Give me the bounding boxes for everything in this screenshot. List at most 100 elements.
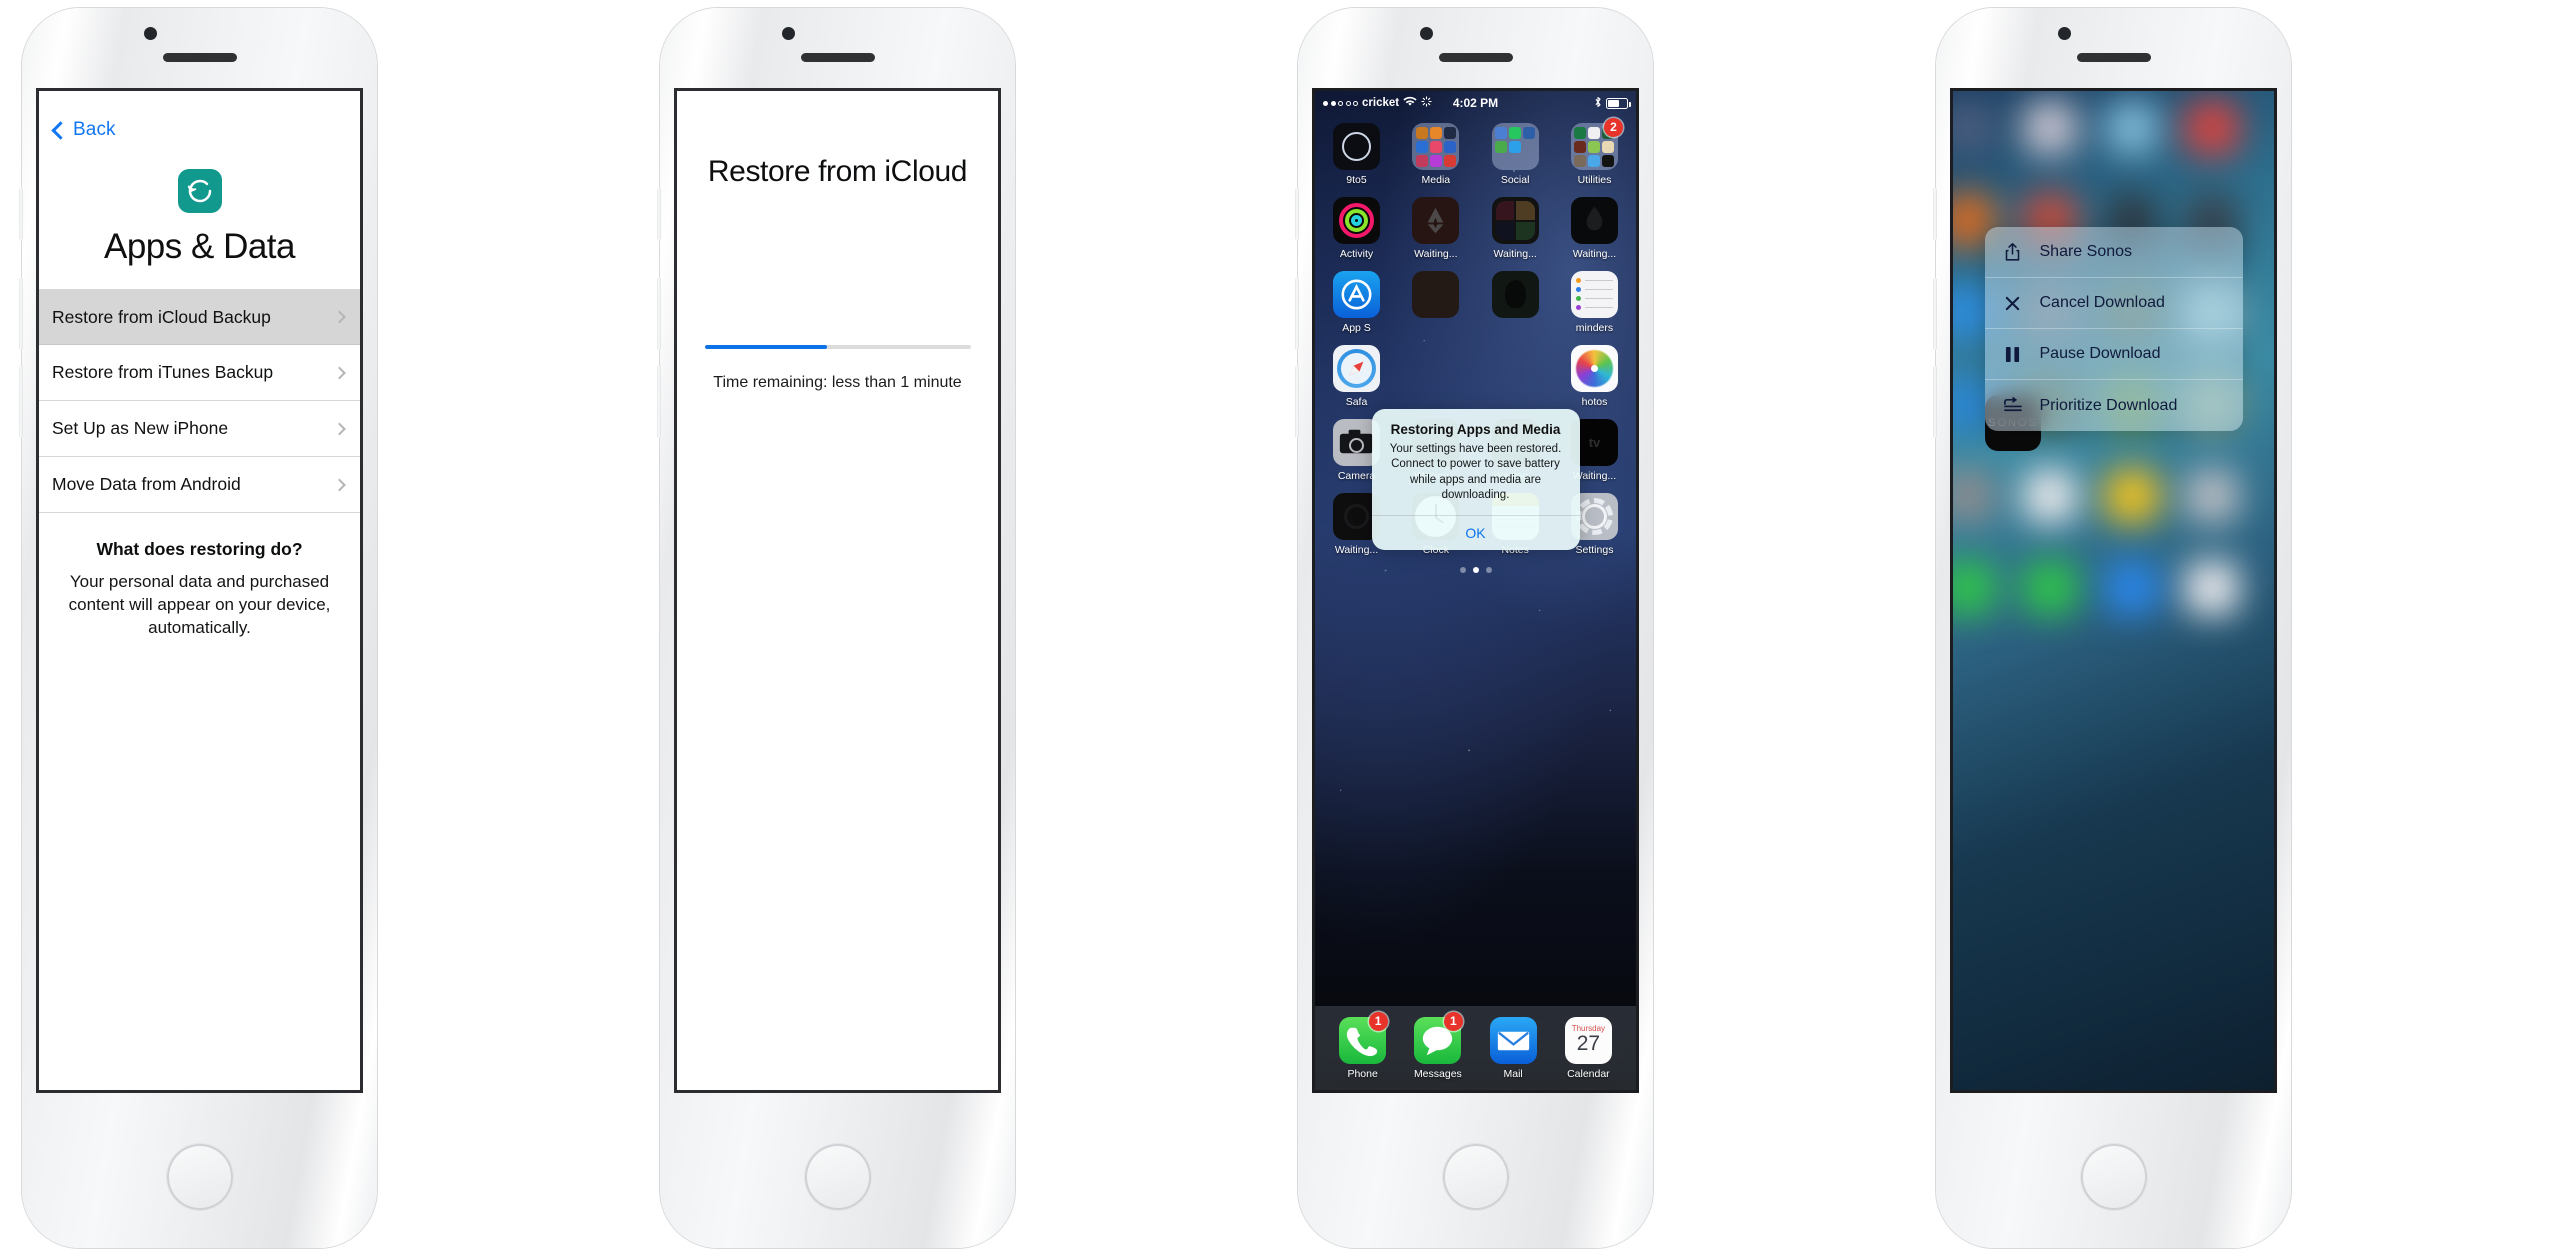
- option-label: Move Data from Android: [52, 474, 241, 494]
- option-restore-icloud[interactable]: Restore from iCloud Backup: [39, 289, 360, 345]
- home-button[interactable]: [166, 1144, 233, 1210]
- volume-up-button[interactable]: [1295, 278, 1299, 350]
- prioritize-icon: [2002, 397, 2024, 414]
- page-title: Restore from iCloud: [707, 155, 968, 188]
- folder-media[interactable]: Media: [1404, 123, 1467, 186]
- mute-switch[interactable]: [657, 188, 661, 240]
- restore-progress: Time remaining: less than 1 minute: [704, 345, 971, 392]
- app-label: Safa: [1345, 396, 1368, 408]
- volume-down-button[interactable]: [19, 366, 23, 438]
- app-placeholder-2[interactable]: [1484, 345, 1547, 408]
- app-label: Calendar: [1567, 1067, 1610, 1080]
- menu-item-label: Pause Download: [2039, 345, 2161, 362]
- app-label: Mail: [1503, 1067, 1523, 1080]
- chevron-left-icon: [51, 120, 70, 140]
- app-waiting-5[interactable]: [1484, 271, 1547, 334]
- volume-down-button[interactable]: [1933, 366, 1937, 438]
- option-set-up-new[interactable]: Set Up as New iPhone: [39, 401, 360, 457]
- photos-icon: [1570, 345, 1618, 392]
- app-label: minders: [1575, 322, 1614, 334]
- share-icon: [2002, 242, 2024, 262]
- mute-switch[interactable]: [1933, 188, 1937, 240]
- chevron-right-icon: [333, 422, 346, 435]
- safari-icon: [1333, 345, 1380, 392]
- option-restore-itunes[interactable]: Restore from iTunes Backup: [39, 345, 360, 401]
- alert-message: Your settings have been restored. Connec…: [1389, 443, 1562, 501]
- volume-up-button[interactable]: [1933, 278, 1937, 350]
- mute-switch[interactable]: [1295, 188, 1299, 240]
- volume-up-button[interactable]: [19, 278, 23, 350]
- waiting-app-icon: [1570, 197, 1618, 244]
- dock-app-mail[interactable]: Mail: [1485, 1016, 1541, 1080]
- app-label: App S: [1342, 322, 1371, 334]
- app-label: hotos: [1581, 396, 1608, 408]
- activity-rings-icon: [1333, 197, 1380, 244]
- front-camera-icon: [2057, 27, 2071, 40]
- app-waiting-2[interactable]: Waiting...: [1484, 197, 1547, 260]
- folder-utilities[interactable]: 2 Utilities: [1563, 118, 1626, 186]
- app-label: Waiting...: [1572, 248, 1617, 260]
- dock-app-messages[interactable]: 1 Messages: [1410, 1011, 1466, 1080]
- phone-4: Share Sonos Cancel Download Pause Downlo…: [1914, 0, 2552, 1255]
- app-waiting-3[interactable]: Waiting...: [1563, 197, 1626, 260]
- app-label: Social: [1500, 174, 1530, 186]
- home-button[interactable]: [1442, 1144, 1509, 1210]
- app-label: Waiting...: [1414, 248, 1458, 260]
- badge-count: 2: [1603, 118, 1623, 137]
- option-move-from-android[interactable]: Move Data from Android: [39, 457, 360, 513]
- menu-item-share-sonos[interactable]: Share Sonos: [1984, 227, 2243, 278]
- volume-down-button[interactable]: [1295, 366, 1299, 438]
- app-safari[interactable]: Safa: [1325, 345, 1388, 408]
- app-reminders[interactable]: minders: [1563, 271, 1626, 334]
- volume-up-button[interactable]: [657, 278, 661, 350]
- volume-down-button[interactable]: [657, 366, 661, 438]
- waiting-app-icon: [1412, 197, 1460, 244]
- dock-app-phone[interactable]: 1 Phone: [1335, 1011, 1391, 1080]
- menu-item-label: Share Sonos: [2039, 243, 2133, 260]
- app-9to5[interactable]: 9to5: [1325, 123, 1388, 186]
- app-label: Waiting...: [1493, 248, 1537, 260]
- home-button[interactable]: [804, 1144, 871, 1210]
- page-dot-active[interactable]: [1472, 567, 1479, 573]
- menu-item-prioritize-download[interactable]: Prioritize Download: [1985, 380, 2243, 431]
- app-label: Phone: [1347, 1067, 1378, 1080]
- page-title: Apps & Data: [104, 227, 296, 266]
- front-camera-icon: [1419, 27, 1433, 40]
- back-button-label: Back: [73, 119, 116, 140]
- back-button[interactable]: Back: [39, 91, 360, 141]
- app-app-store[interactable]: App S: [1325, 271, 1388, 334]
- progress-fill: [704, 345, 827, 349]
- app-label: Messages: [1413, 1067, 1462, 1080]
- dock-app-calendar[interactable]: Thursday 27 Calendar: [1560, 1016, 1616, 1080]
- page-dot[interactable]: [1485, 567, 1492, 573]
- app-store-icon: [1333, 271, 1380, 318]
- phone-2: Restore from iCloud Time remaining: less…: [638, 0, 1276, 1255]
- app-row: App S minders: [1325, 271, 1626, 334]
- app-placeholder-1[interactable]: [1404, 345, 1467, 408]
- app-activity[interactable]: Activity: [1325, 197, 1388, 260]
- home-button[interactable]: [2080, 1144, 2147, 1210]
- app-photos[interactable]: hotos: [1563, 345, 1626, 408]
- chevron-right-icon: [333, 366, 346, 379]
- info-body: Your personal data and purchased content…: [68, 572, 331, 638]
- folder-social[interactable]: Social: [1484, 123, 1547, 186]
- restore-circular-arrow-icon: [177, 169, 222, 213]
- menu-item-pause-download[interactable]: Pause Download: [1984, 329, 2243, 380]
- alert-ok-button[interactable]: OK: [1371, 515, 1580, 550]
- menu-item-cancel-download[interactable]: Cancel Download: [1984, 278, 2243, 329]
- waiting-app-icon: [1491, 271, 1539, 318]
- alert-title: Restoring Apps and Media: [1390, 422, 1561, 437]
- chevron-right-icon: [333, 478, 346, 491]
- phone-1-screen: Back Apps & Data Restore from iCloud Bac…: [36, 88, 363, 1093]
- option-label: Set Up as New iPhone: [52, 418, 229, 438]
- phone-4-body: Share Sonos Cancel Download Pause Downlo…: [1933, 8, 2291, 1248]
- earpiece-speaker: [1438, 53, 1513, 62]
- mail-icon: [1489, 1016, 1537, 1064]
- app-waiting-4[interactable]: [1404, 271, 1467, 334]
- app-waiting-1[interactable]: Waiting...: [1404, 197, 1467, 260]
- badge-count: 1: [1368, 1011, 1388, 1031]
- mute-switch[interactable]: [19, 188, 23, 240]
- page-dot[interactable]: [1459, 567, 1466, 573]
- ring-icon: [1333, 123, 1380, 170]
- phone-4-screen: Share Sonos Cancel Download Pause Downlo…: [1950, 88, 2277, 1093]
